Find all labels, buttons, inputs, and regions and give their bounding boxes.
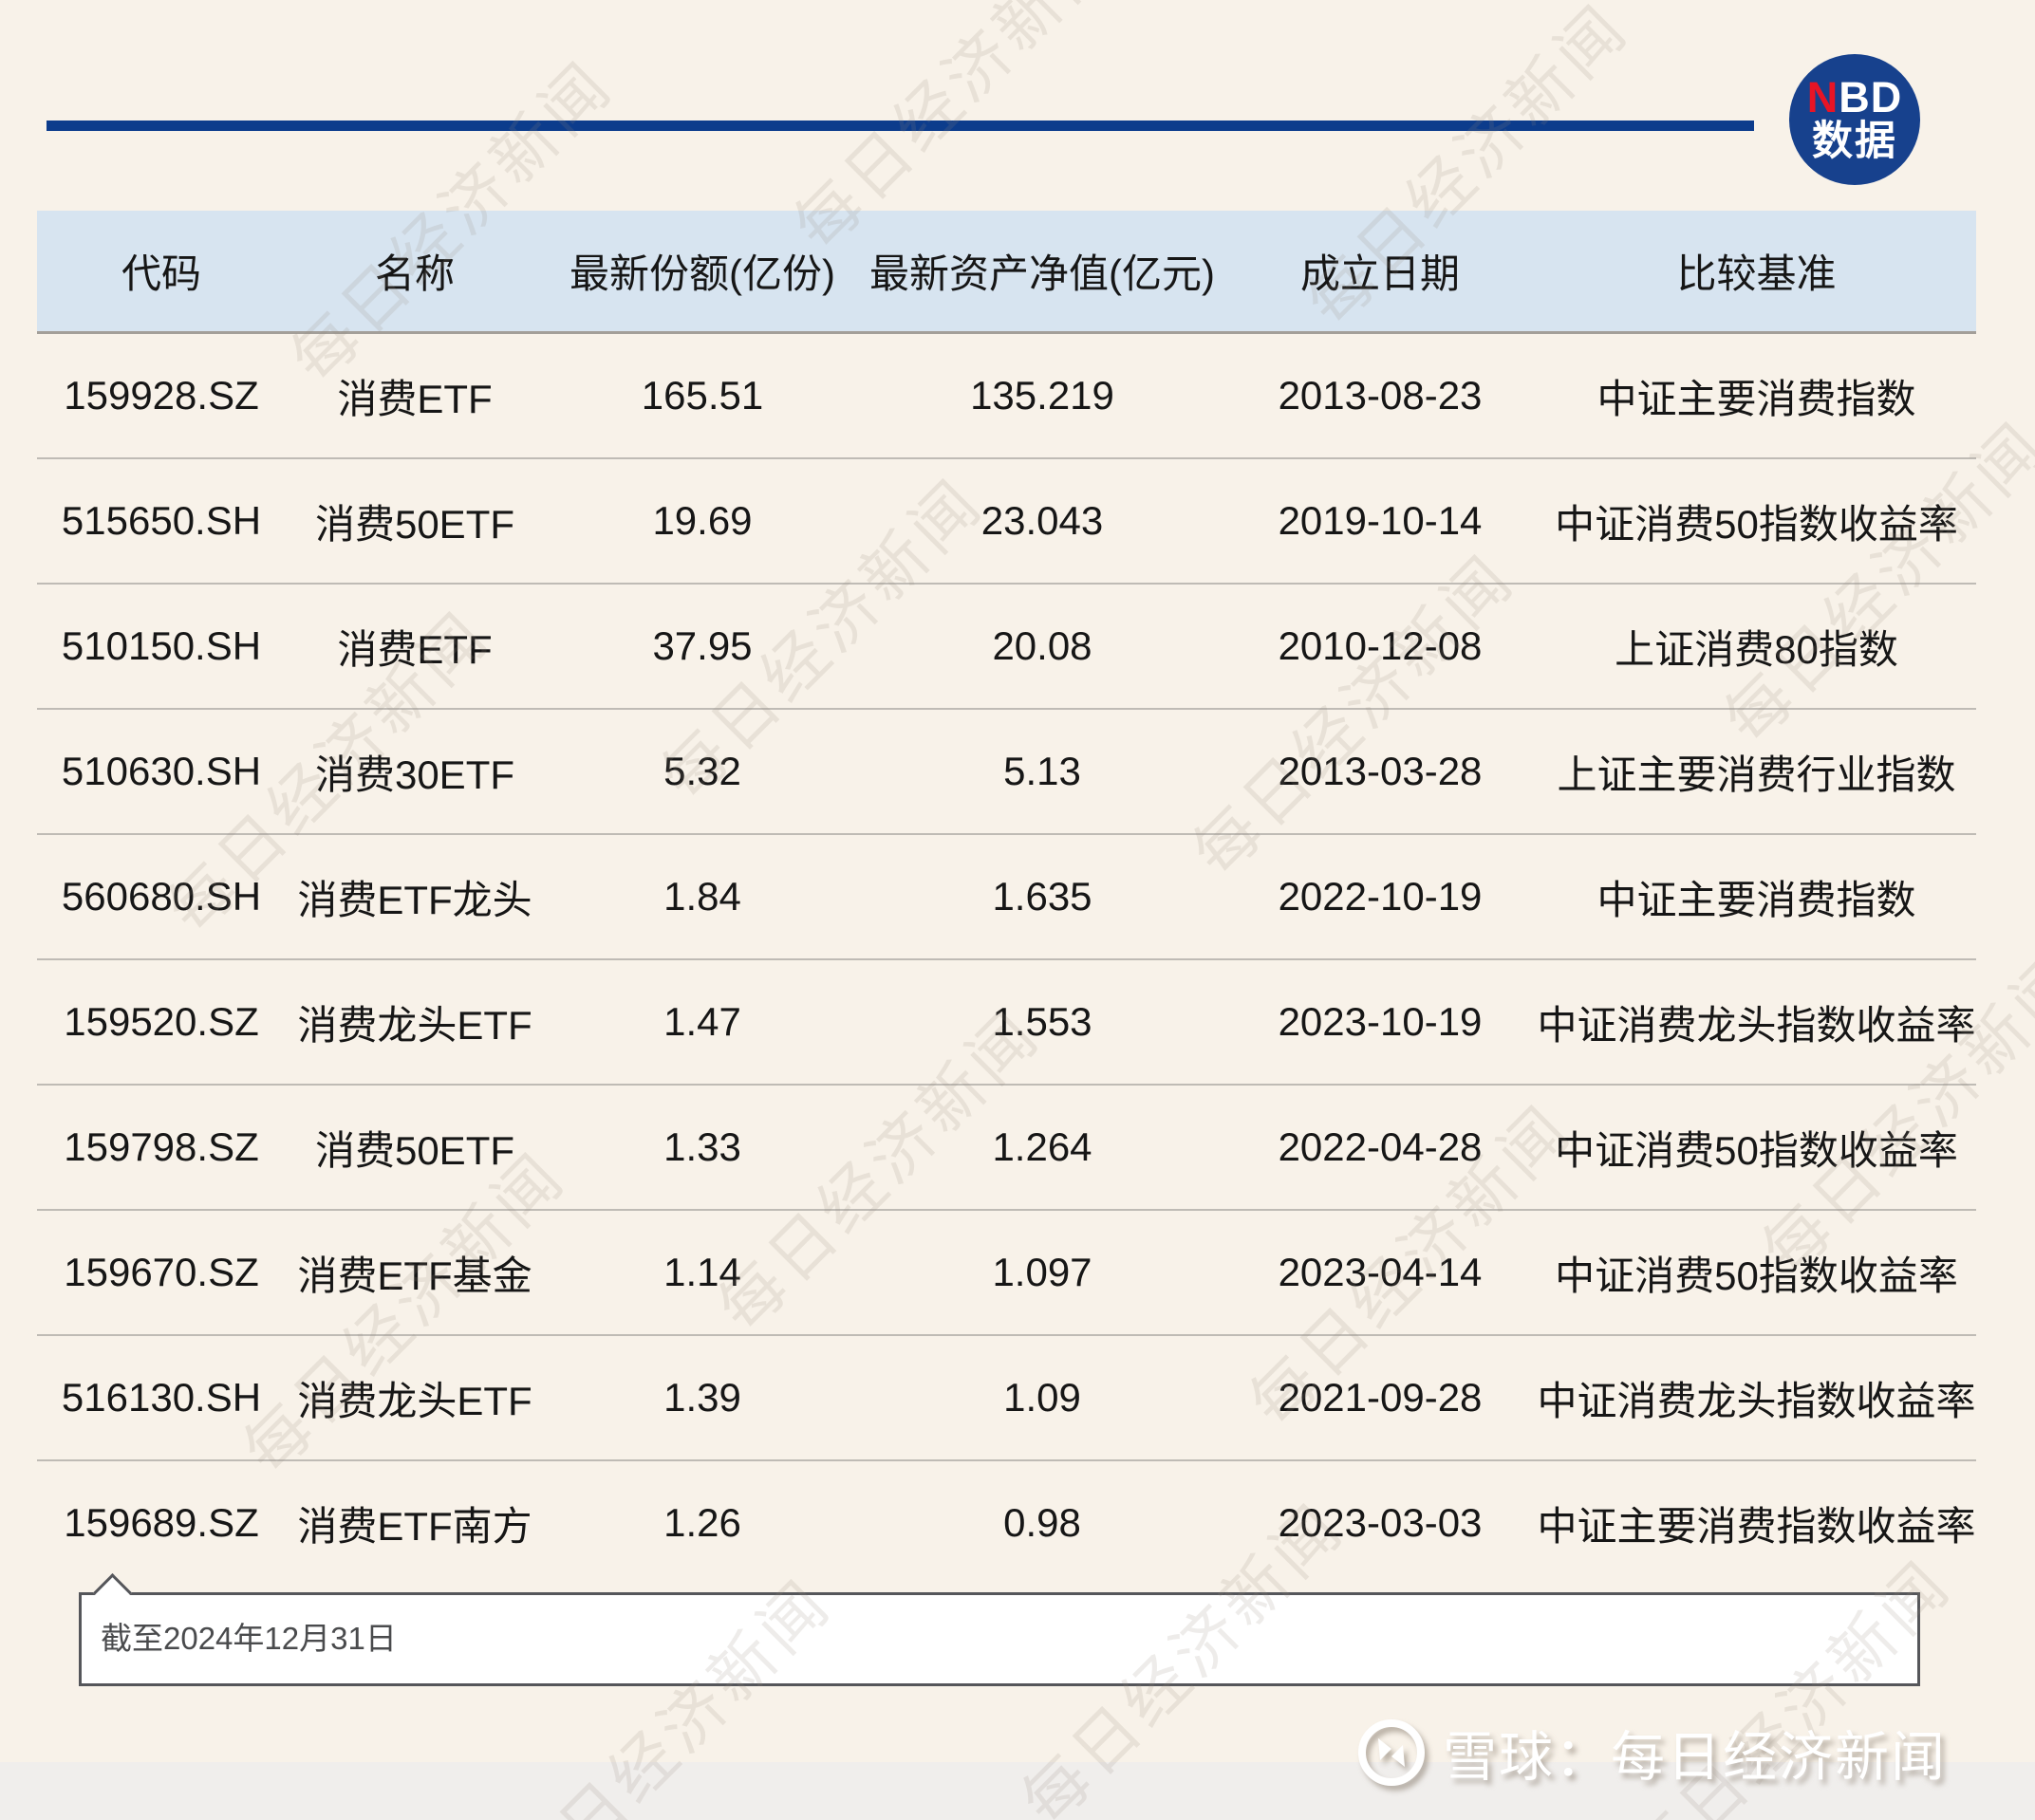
top-blue-rule	[47, 121, 1754, 131]
cell-benchmark: 上证主要消费行业指数	[1537, 743, 1976, 801]
table-row: 510150.SH 消费ETF 37.95 20.08 2010-12-08 上…	[37, 585, 1976, 710]
cell-date: 2013-03-28	[1223, 749, 1537, 794]
col-header-date: 成立日期	[1223, 242, 1537, 300]
cell-code: 159520.SZ	[37, 999, 286, 1045]
col-header-shares: 最新份额(亿份)	[544, 242, 861, 300]
table-row: 560680.SH 消费ETF龙头 1.84 1.635 2022-10-19 …	[37, 835, 1976, 960]
cell-shares: 1.14	[544, 1250, 861, 1295]
nbd-data-logo-icon: NBD 数据	[1789, 54, 1920, 185]
cell-date: 2013-08-23	[1223, 373, 1537, 418]
cell-shares: 1.33	[544, 1124, 861, 1170]
cell-name: 消费50ETF	[286, 1119, 544, 1177]
cell-date: 2023-03-03	[1223, 1500, 1537, 1546]
cell-nav: 20.08	[861, 623, 1223, 669]
cell-nav: 1.097	[861, 1250, 1223, 1295]
cell-code: 516130.SH	[37, 1375, 286, 1421]
table-row: 159928.SZ 消费ETF 165.51 135.219 2013-08-2…	[37, 334, 1976, 459]
table-row: 515650.SH 消费50ETF 19.69 23.043 2019-10-1…	[37, 459, 1976, 585]
cell-code: 515650.SH	[37, 498, 286, 544]
note-text: 截至2024年12月31日	[82, 1595, 1917, 1682]
cell-benchmark: 中证消费龙头指数收益率	[1537, 1369, 1976, 1427]
cell-benchmark: 中证消费龙头指数收益率	[1537, 994, 1976, 1051]
cell-benchmark: 中证消费50指数收益率	[1537, 1244, 1976, 1302]
nbd-logo-n: N	[1807, 73, 1839, 121]
cell-date: 2022-04-28	[1223, 1124, 1537, 1170]
cell-shares: 1.47	[544, 999, 861, 1045]
cell-name: 消费ETF南方	[286, 1495, 544, 1552]
table-row: 159670.SZ 消费ETF基金 1.14 1.097 2023-04-14 …	[37, 1211, 1976, 1336]
cell-nav: 0.98	[861, 1500, 1223, 1546]
cell-nav: 135.219	[861, 373, 1223, 418]
source-footer: 雪球：每日经济新闻	[1355, 1712, 1947, 1793]
col-header-name: 名称	[286, 242, 544, 300]
table-row: 516130.SH 消费龙头ETF 1.39 1.09 2021-09-28 中…	[37, 1336, 1976, 1461]
cell-shares: 37.95	[544, 623, 861, 669]
cell-name: 消费龙头ETF	[286, 994, 544, 1051]
cell-name: 消费ETF基金	[286, 1244, 544, 1302]
cell-shares: 165.51	[544, 373, 861, 418]
infographic-canvas: NBD 数据 代码 名称 最新份额(亿份) 最新资产净值(亿元) 成立日期 比较…	[0, 0, 2035, 1820]
cell-shares: 19.69	[544, 498, 861, 544]
cell-code: 159689.SZ	[37, 1500, 286, 1546]
cell-shares: 1.39	[544, 1375, 861, 1421]
table-row: 159520.SZ 消费龙头ETF 1.47 1.553 2023-10-19 …	[37, 960, 1976, 1086]
cell-name: 消费龙头ETF	[286, 1369, 544, 1427]
cell-code: 159928.SZ	[37, 373, 286, 418]
cell-name: 消费ETF	[286, 618, 544, 676]
cell-name: 消费ETF龙头	[286, 868, 544, 926]
cell-benchmark: 中证消费50指数收益率	[1537, 1119, 1976, 1177]
table-row: 510630.SH 消费30ETF 5.32 5.13 2013-03-28 上…	[37, 710, 1976, 835]
cell-benchmark: 上证消费80指数	[1537, 618, 1976, 676]
nbd-logo-subtitle: 数据	[1812, 121, 1897, 164]
cell-nav: 1.264	[861, 1124, 1223, 1170]
cell-benchmark: 中证主要消费指数	[1537, 868, 1976, 926]
col-header-code: 代码	[37, 242, 286, 300]
etf-table: 代码 名称 最新份额(亿份) 最新资产净值(亿元) 成立日期 比较基准 1599…	[37, 211, 1976, 1585]
table-row: 159798.SZ 消费50ETF 1.33 1.264 2022-04-28 …	[37, 1086, 1976, 1211]
nbd-logo-text: NBD	[1807, 75, 1903, 121]
cell-date: 2021-09-28	[1223, 1375, 1537, 1421]
table-row: 159689.SZ 消费ETF南方 1.26 0.98 2023-03-03 中…	[37, 1461, 1976, 1585]
cell-date: 2022-10-19	[1223, 874, 1537, 919]
cell-shares: 5.32	[544, 749, 861, 794]
nbd-logo-bd: BD	[1839, 73, 1902, 121]
cell-nav: 23.043	[861, 498, 1223, 544]
cell-code: 159670.SZ	[37, 1250, 286, 1295]
note-box: 截至2024年12月31日	[79, 1592, 1920, 1686]
cell-date: 2010-12-08	[1223, 623, 1537, 669]
cell-benchmark: 中证消费50指数收益率	[1537, 492, 1976, 550]
cell-name: 消费50ETF	[286, 492, 544, 550]
cell-nav: 1.553	[861, 999, 1223, 1045]
source-label: 雪球：每日经济新闻	[1443, 1714, 1947, 1792]
cell-date: 2019-10-14	[1223, 498, 1537, 544]
cell-benchmark: 中证主要消费指数收益率	[1537, 1495, 1976, 1552]
cell-nav: 5.13	[861, 749, 1223, 794]
cell-date: 2023-04-14	[1223, 1250, 1537, 1295]
cell-shares: 1.26	[544, 1500, 861, 1546]
cell-name: 消费ETF	[286, 367, 544, 425]
cell-benchmark: 中证主要消费指数	[1537, 367, 1976, 425]
table-header-row: 代码 名称 最新份额(亿份) 最新资产净值(亿元) 成立日期 比较基准	[37, 211, 1976, 334]
cell-code: 510630.SH	[37, 749, 286, 794]
cell-name: 消费30ETF	[286, 743, 544, 801]
cell-code: 560680.SH	[37, 874, 286, 919]
cell-code: 159798.SZ	[37, 1124, 286, 1170]
cell-code: 510150.SH	[37, 623, 286, 669]
col-header-nav: 最新资产净值(亿元)	[861, 242, 1223, 300]
cell-shares: 1.84	[544, 874, 861, 919]
xueqiu-logo-icon	[1355, 1717, 1428, 1789]
cell-date: 2023-10-19	[1223, 999, 1537, 1045]
col-header-benchmark: 比较基准	[1537, 242, 1976, 300]
cell-nav: 1.635	[861, 874, 1223, 919]
cell-nav: 1.09	[861, 1375, 1223, 1421]
